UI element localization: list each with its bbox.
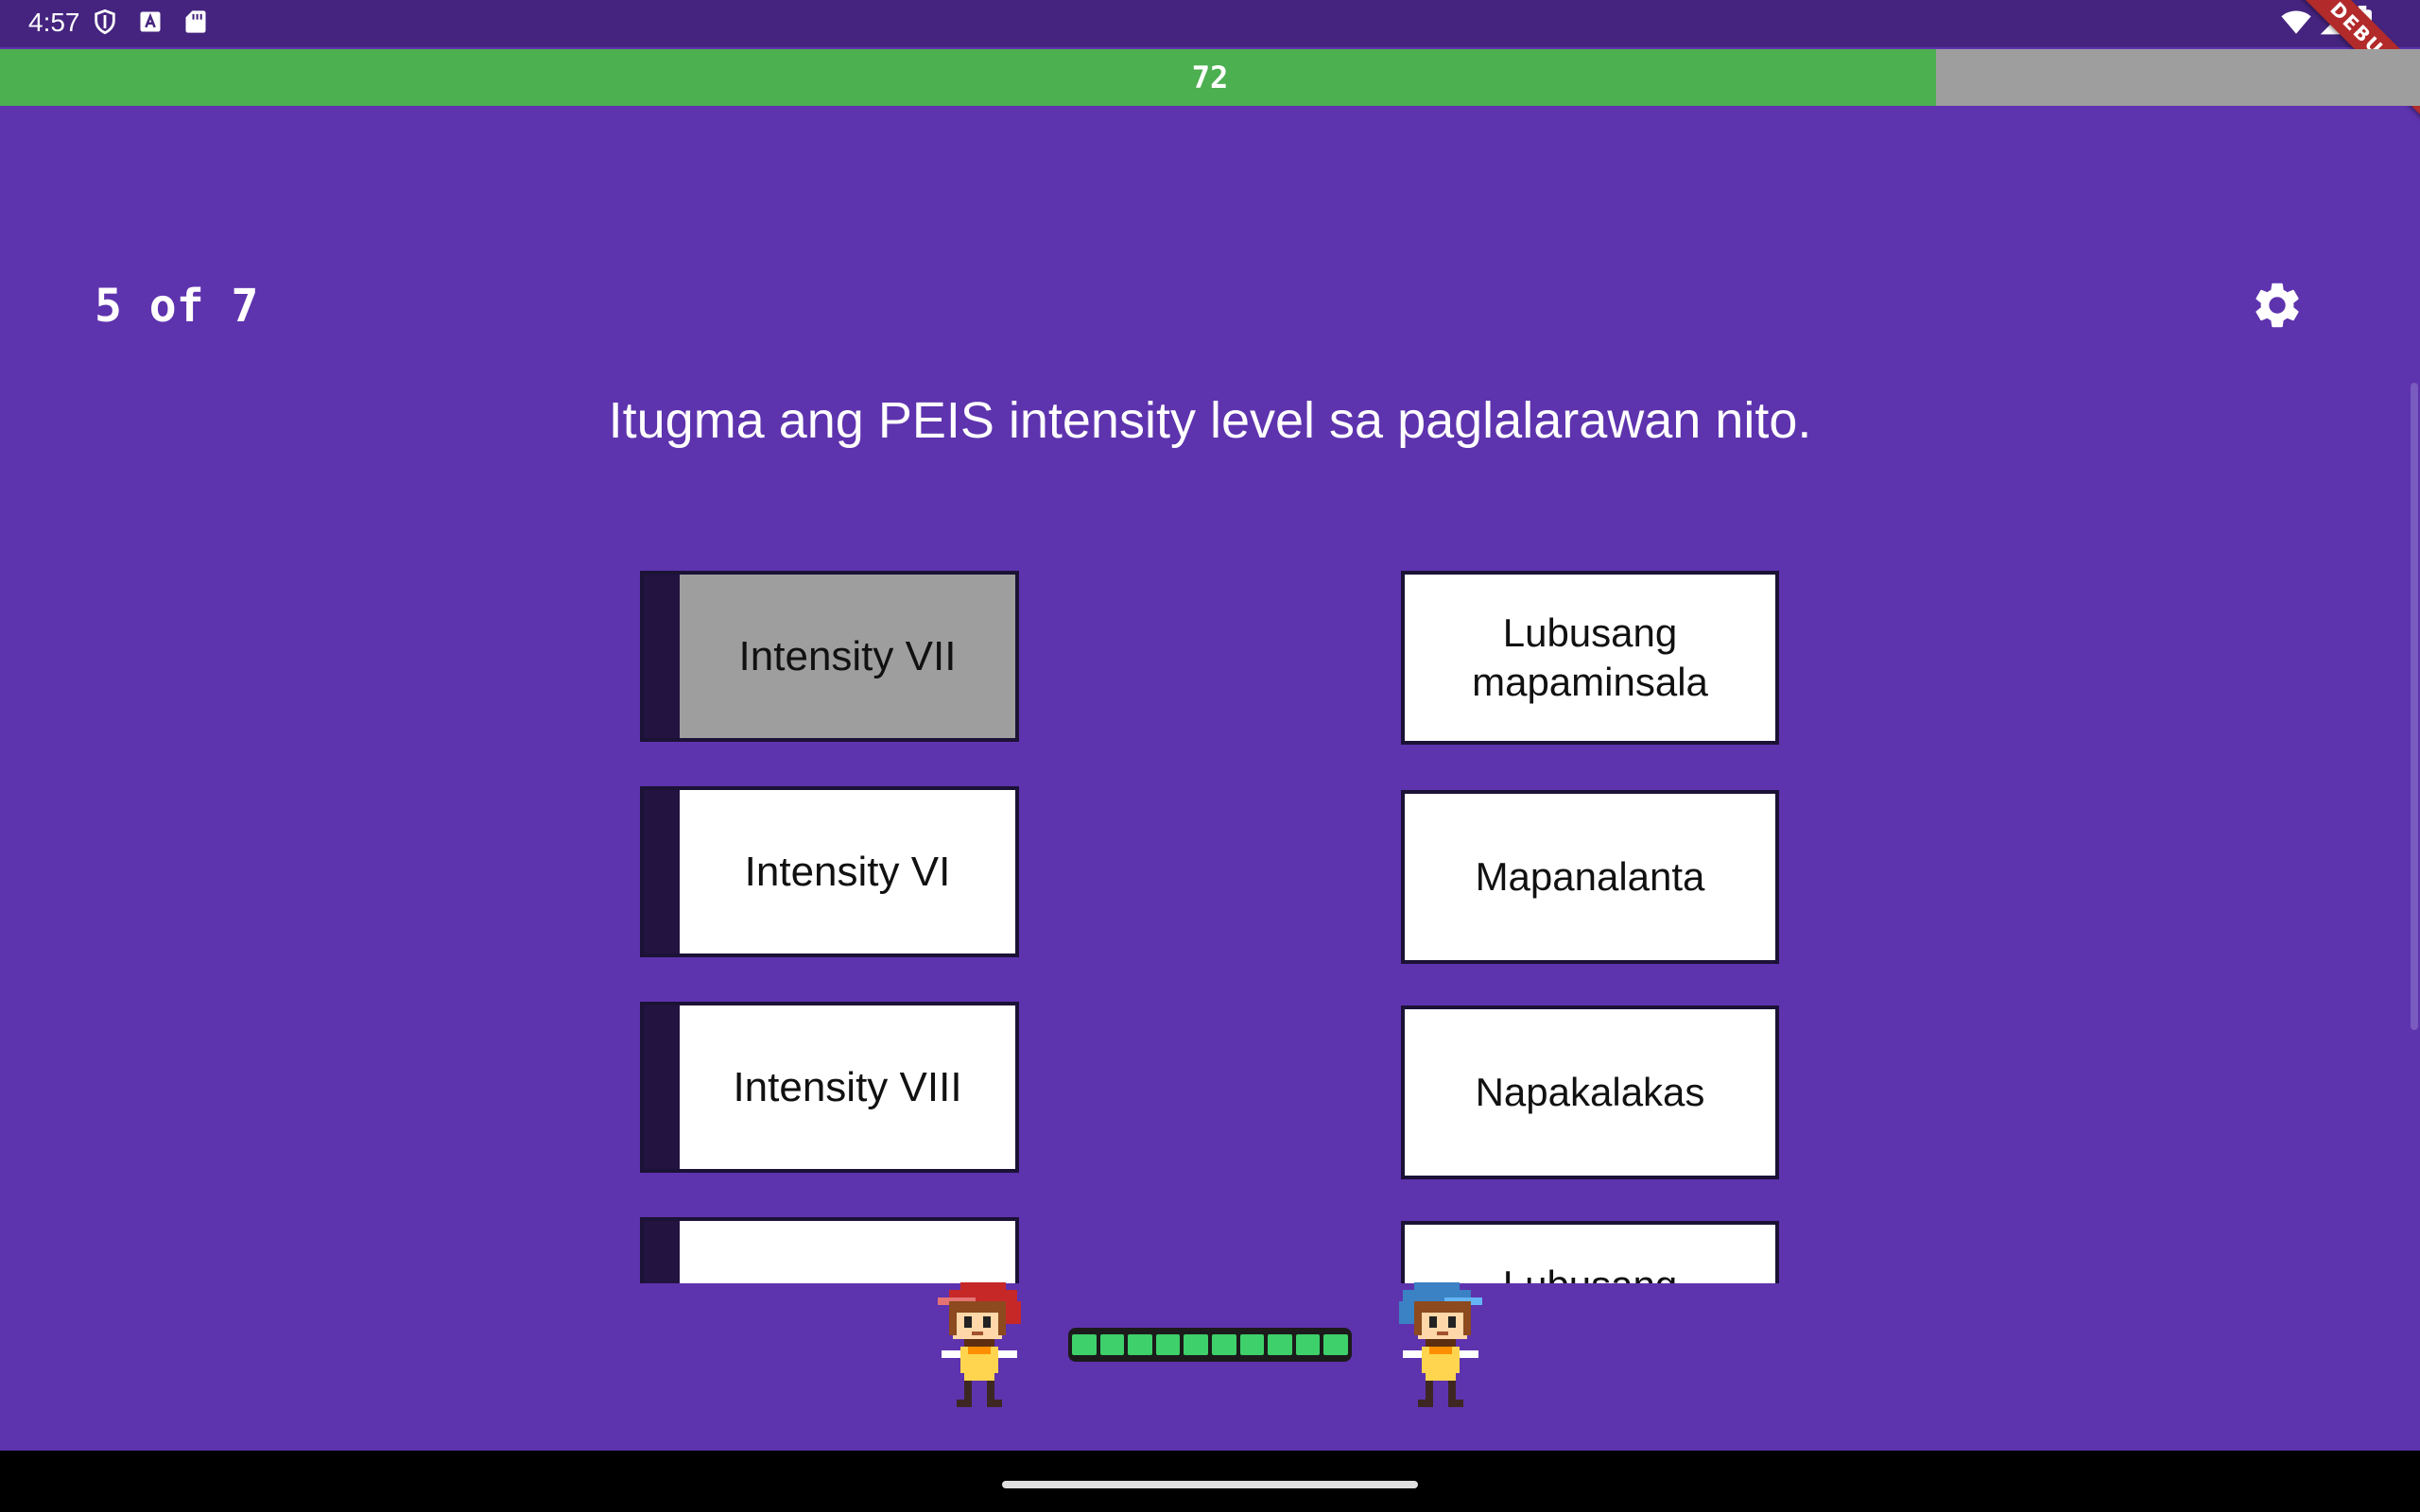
health-segment [1184,1334,1208,1355]
health-segment [1295,1334,1321,1355]
match-list: Intensity VII Intensity VI Intensity VII… [0,567,2420,1283]
health-segment [1323,1334,1348,1355]
left-card-label [680,1221,1015,1283]
gear-icon[interactable] [2250,278,2305,333]
health-segment [1155,1334,1181,1355]
left-card-intensity-viii[interactable]: Intensity VIII [640,1002,1019,1173]
instruction-text: Itugma ang PEIS intensity level sa pagla… [608,392,1812,449]
a-badge-icon [140,11,161,32]
blue-cap-character-icon [1399,1282,1482,1407]
red-cap-character-icon [938,1282,1021,1407]
home-indicator[interactable] [1002,1481,1418,1488]
drag-handle[interactable] [644,575,680,738]
question-counter: 5 of 7 [95,280,259,333]
timer-value: 72 [1191,60,1229,95]
drag-handle[interactable] [644,1221,680,1283]
health-segment [1099,1334,1125,1355]
wifi-icon [2281,10,2311,34]
health-bar [1068,1328,1352,1362]
battle-row [0,1280,2420,1413]
health-segment [1239,1334,1265,1355]
sd-card-icon [185,10,206,33]
shield-icon [95,9,115,35]
left-card-label: Intensity VI [744,848,951,895]
right-card-napakalakas[interactable]: Napakalakas [1401,1005,1779,1179]
left-card-label: Intensity VII [738,632,957,679]
scrollbar[interactable] [2411,383,2418,1030]
navigation-bar [0,1451,2420,1512]
left-card-partial[interactable] [640,1217,1019,1283]
drag-handle[interactable] [644,790,680,954]
health-segment [1211,1334,1236,1355]
left-card-intensity-vii[interactable]: Intensity VII [640,571,1019,742]
left-card-label: Intensity VIII [733,1063,962,1110]
drag-handle[interactable] [644,1005,680,1169]
timer-bar: 72 [0,49,2420,106]
right-card-mapanalanta[interactable]: Mapanalanta [1401,790,1779,964]
right-card-lubusang[interactable]: Lubusang [1401,1221,1779,1283]
health-segment [1268,1334,1292,1355]
status-time: 4:57 [28,8,80,37]
right-card-lubusang-mapaminsala[interactable]: Lubusang mapaminsala [1401,571,1779,745]
left-card-intensity-vi[interactable]: Intensity VI [640,786,1019,957]
health-segment [1128,1334,1152,1355]
health-segment [1072,1334,1097,1355]
status-bar: 4:57 DEBUG [0,0,2420,133]
